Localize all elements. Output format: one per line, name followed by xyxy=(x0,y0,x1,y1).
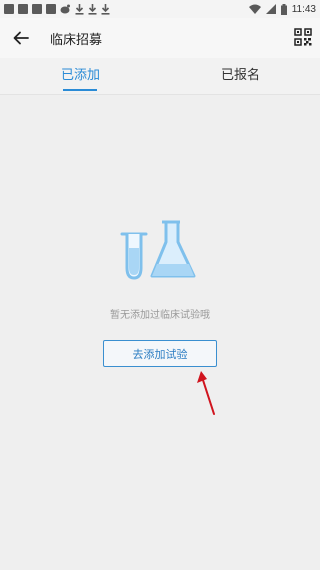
active-tab-indicator xyxy=(63,89,97,91)
app-header: 临床招募 xyxy=(0,18,320,58)
tab-bar: 已添加 已报名 xyxy=(0,58,320,94)
page-title: 临床招募 xyxy=(50,33,103,48)
download-icon xyxy=(101,3,110,15)
notification-icon xyxy=(32,4,42,14)
notification-icon xyxy=(4,4,14,14)
lab-flask-icon xyxy=(120,220,196,280)
battery-icon xyxy=(280,3,287,15)
notification-icon xyxy=(46,4,56,14)
back-arrow-icon xyxy=(13,31,29,45)
download-icon xyxy=(75,3,84,15)
add-trial-button[interactable]: 去添加试验 xyxy=(103,340,217,367)
status-time: 11:43 xyxy=(291,3,316,15)
notification-icon xyxy=(18,4,28,14)
qr-code-icon[interactable] xyxy=(294,28,312,46)
app-screen: 11:43 临床招募 已添加 已报名 暂无添加过临床试验哦 去添加试验 xyxy=(0,0,320,570)
status-system-icons: 11:43 xyxy=(248,3,316,15)
status-bar: 11:43 xyxy=(0,0,320,18)
back-button[interactable] xyxy=(10,27,32,49)
signal-icon xyxy=(265,4,276,14)
wifi-icon xyxy=(248,4,261,14)
weibo-icon xyxy=(60,4,70,14)
tab-added[interactable]: 已添加 xyxy=(61,64,100,83)
annotation-arrow-icon xyxy=(197,371,215,415)
tab-registered[interactable]: 已报名 xyxy=(221,64,260,83)
status-notification-icons xyxy=(4,3,110,15)
empty-state-message: 暂无添加过临床试验哦 xyxy=(110,310,210,321)
download-icon xyxy=(88,3,97,15)
tab-divider xyxy=(0,94,320,95)
